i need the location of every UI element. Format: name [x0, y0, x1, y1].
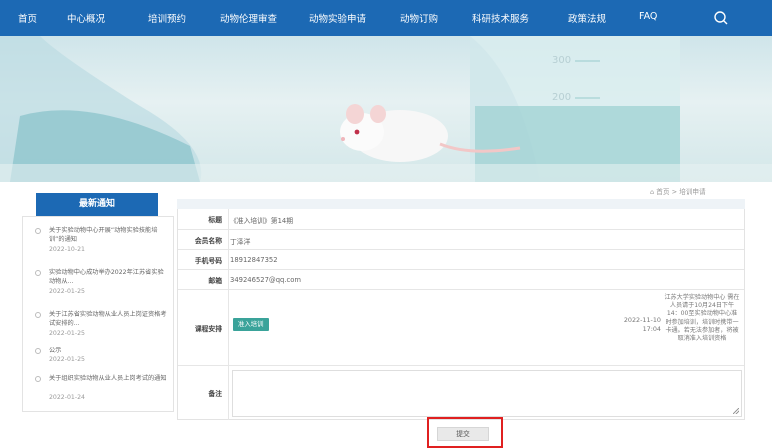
member-value: 丁泽洋	[230, 238, 251, 246]
sidebar-news-list: 关于实验动物中心开展“动物实验技能培训”的通知 2022-10-21 实验动物中…	[22, 216, 174, 412]
news-date: 2022-01-25	[49, 288, 85, 295]
course-time: 17:04	[642, 325, 661, 333]
news-title[interactable]: 公示	[49, 346, 169, 355]
course-note: 江苏大学实验动物中心 需在人员请于10月24日下午14：00至实验动物中心准时参…	[664, 294, 740, 343]
phone-value: 18912847352	[230, 256, 278, 264]
nav-item-home[interactable]: 首页	[18, 11, 37, 25]
top-nav: 首页 中心概况 培训预约 动物伦理审查 动物实验申请 动物订购 科研技术服务 政…	[0, 0, 772, 36]
nav-item-ethics[interactable]: 动物伦理审查	[220, 11, 277, 25]
column-divider	[228, 366, 229, 420]
member-label: 会员名称	[194, 236, 222, 245]
beaker-mark-300: 300	[552, 55, 572, 66]
course-label: 课程安排	[194, 324, 222, 333]
email-value: 349246527@qq.com	[230, 276, 302, 284]
column-divider	[228, 270, 229, 289]
news-title[interactable]: 实验动物中心成功举办2022年江苏省实验动物从...	[49, 268, 169, 286]
column-divider	[228, 290, 229, 365]
news-date: 2022-01-25	[49, 356, 85, 363]
resize-handle-icon[interactable]	[733, 408, 739, 414]
form-row-title: 标题 《准入培训》第14期	[178, 209, 744, 229]
form-row-email: 邮箱 349246527@qq.com	[178, 269, 744, 289]
form-row-remark: 备注	[178, 365, 744, 420]
news-date: 2022-01-25	[49, 330, 85, 337]
email-label: 邮箱	[208, 276, 222, 285]
news-title[interactable]: 关于实验动物中心开展“动物实验技能培训”的通知	[49, 226, 169, 244]
remark-textarea[interactable]	[232, 370, 742, 417]
news-date: 2022-01-24	[49, 394, 85, 401]
nav-item-training[interactable]: 培训预约	[148, 11, 186, 25]
news-date: 2022-10-21	[49, 246, 85, 253]
nav-item-services[interactable]: 科研技术服务	[472, 11, 529, 25]
bullet-icon	[35, 270, 41, 276]
nav-item-faq[interactable]: FAQ	[639, 11, 657, 22]
bullet-icon	[35, 376, 41, 382]
search-icon[interactable]	[712, 9, 730, 27]
lab-mouse-illustration	[0, 36, 772, 182]
news-title[interactable]: 关于江苏省实验动物从业人员上岗证资格考试安排的...	[49, 310, 169, 328]
form-row-phone: 手机号码 18912847352	[178, 249, 744, 269]
remark-label: 备注	[208, 390, 222, 398]
sidebar-title: 最新通知	[36, 193, 158, 216]
nav-item-about[interactable]: 中心概况	[67, 11, 105, 25]
submit-button[interactable]: 提交	[437, 427, 489, 441]
bullet-icon	[35, 348, 41, 354]
form-row-member: 会员名称 丁泽洋	[178, 229, 744, 249]
breadcrumb-home[interactable]: 首页	[656, 188, 669, 196]
column-divider	[228, 230, 229, 249]
breadcrumb-current: 培训申请	[679, 188, 706, 196]
nav-item-experiment[interactable]: 动物实验申请	[309, 11, 366, 25]
title-label: 标题	[208, 216, 222, 224]
nav-item-policy[interactable]: 政策法规	[568, 11, 606, 25]
banner-image: 300 200	[0, 36, 772, 182]
news-title[interactable]: 关于组织实验动物从业人员上岗考试的通知	[49, 374, 169, 383]
column-divider	[228, 250, 229, 269]
form-header-bar	[177, 199, 745, 209]
course-date: 2022-11-10	[623, 316, 661, 324]
training-application-form: 标题 《准入培训》第14期 会员名称 丁泽洋 手机号码 18912847352 …	[177, 209, 745, 420]
title-value: 《准入培训》第14期	[230, 217, 294, 225]
beaker-mark-200: 200	[552, 92, 572, 103]
breadcrumb-separator: >	[671, 188, 678, 196]
nav-item-order[interactable]: 动物订购	[400, 11, 438, 25]
bullet-icon	[35, 228, 41, 234]
column-divider	[228, 209, 229, 229]
form-row-course: 课程安排 准入培训 2022-11-10 17:04 江苏大学实验动物中心 需在…	[178, 289, 744, 365]
home-icon: ⌂	[650, 188, 655, 196]
course-datetime: 2022-11-10 17:04	[611, 316, 661, 334]
phone-label: 手机号码	[194, 256, 222, 265]
bullet-icon	[35, 312, 41, 318]
course-button[interactable]: 准入培训	[233, 318, 269, 331]
breadcrumb: ⌂ 首页 > 培训申请	[650, 186, 706, 196]
